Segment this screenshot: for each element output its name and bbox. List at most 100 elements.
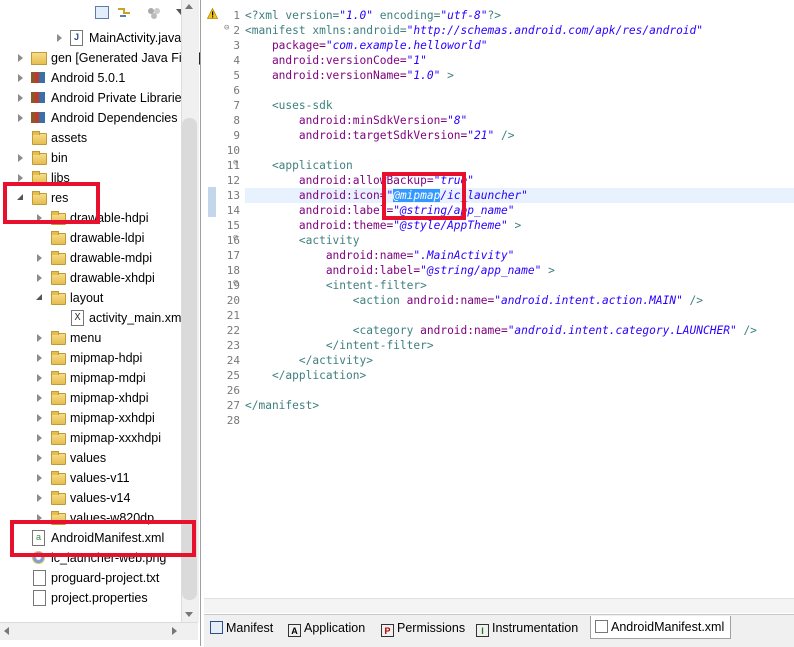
scroll-left-icon[interactable] bbox=[4, 627, 9, 635]
tree-item-label: assets bbox=[51, 131, 88, 145]
tab-label: Permissions bbox=[397, 621, 466, 635]
code-line-2: <manifest xmlns:android="http://schemas.… bbox=[245, 24, 704, 37]
code-line-11: <application bbox=[245, 159, 353, 172]
explorer-toolbar bbox=[0, 0, 198, 24]
fold-toggle-icon[interactable]: ⊖ bbox=[233, 233, 238, 243]
xml-file-icon: X bbox=[71, 310, 84, 326]
tree-item-label: drawable-xhdpi bbox=[70, 271, 155, 285]
expand-arrow-icon[interactable] bbox=[37, 474, 42, 482]
tree-item-label: values-v11 bbox=[70, 471, 130, 485]
xml-tab-icon bbox=[595, 620, 608, 633]
folder-icon bbox=[51, 431, 66, 445]
tab-instrumentation[interactable]: I Instrumentation bbox=[476, 617, 578, 639]
tree-item-label: mipmap-hdpi bbox=[70, 351, 143, 365]
expand-arrow-icon[interactable] bbox=[18, 114, 23, 122]
line-number: 18 bbox=[226, 264, 240, 277]
tree-item-label: Android Private Libraries bbox=[51, 91, 188, 105]
tree-item-label: values-v14 bbox=[70, 491, 131, 505]
line-number: 26 bbox=[226, 384, 240, 397]
link-with-editor-icon[interactable] bbox=[116, 6, 132, 20]
editor-horizontal-scrollbar[interactable] bbox=[204, 598, 794, 613]
fold-toggle-icon[interactable]: ⊖ bbox=[233, 158, 238, 168]
tab-manifest[interactable]: Manifest bbox=[210, 617, 273, 639]
code-line-8: android:minSdkVersion="8" bbox=[245, 114, 468, 127]
expand-arrow-icon[interactable] bbox=[37, 414, 42, 422]
expand-arrow-icon[interactable] bbox=[37, 334, 42, 342]
expand-arrow-icon[interactable] bbox=[37, 274, 42, 282]
expand-arrow-icon[interactable] bbox=[18, 54, 23, 62]
line-number: 3 bbox=[233, 39, 240, 52]
code-line-1: <?xml version="1.0" encoding="utf-8"?> bbox=[245, 9, 501, 22]
code-line-25: </application> bbox=[245, 369, 367, 382]
line-number: 28 bbox=[226, 414, 240, 427]
expand-arrow-icon[interactable] bbox=[18, 174, 23, 182]
folder-icon bbox=[51, 251, 66, 265]
folder-icon bbox=[51, 491, 66, 505]
tab-application[interactable]: A Application bbox=[288, 617, 365, 639]
tab-label: Manifest bbox=[226, 621, 274, 635]
folder-icon bbox=[51, 371, 66, 385]
code-line-24: </activity> bbox=[245, 354, 373, 367]
tree-item-label: layout bbox=[70, 291, 104, 305]
tree-item-label: Android Dependencies bbox=[51, 111, 178, 125]
line-number: 6 bbox=[233, 84, 240, 97]
tree-item-label: mipmap-xxxhdpi bbox=[70, 431, 162, 445]
code-line-4: android:versionCode="1" bbox=[245, 54, 427, 67]
library-icon bbox=[31, 72, 45, 83]
folder-icon bbox=[51, 291, 66, 305]
package-folder-icon bbox=[31, 52, 47, 65]
code-line-3: package="com.example.helloworld" bbox=[245, 39, 488, 52]
code-line-19: <intent-filter> bbox=[245, 279, 427, 292]
folder-icon bbox=[51, 231, 66, 245]
folder-icon bbox=[51, 471, 66, 485]
line-number: 27 bbox=[226, 399, 240, 412]
tree-item-label: activity_main.xml bbox=[89, 311, 185, 325]
expand-arrow-icon[interactable] bbox=[37, 354, 42, 362]
folder-icon bbox=[51, 391, 66, 405]
scroll-right-icon[interactable] bbox=[172, 627, 177, 635]
text-file-icon bbox=[33, 570, 46, 586]
expand-arrow-icon[interactable] bbox=[37, 454, 42, 462]
code-line-27: </manifest> bbox=[245, 399, 320, 412]
library-icon bbox=[31, 112, 45, 123]
view-menu-dots-icon[interactable] bbox=[147, 6, 163, 20]
line-number: 14 bbox=[226, 204, 240, 217]
folder-icon bbox=[51, 451, 66, 465]
expand-arrow-icon[interactable] bbox=[37, 394, 42, 402]
tree-item-label: mipmap-xhdpi bbox=[70, 391, 149, 405]
explorer-horizontal-scrollbar[interactable] bbox=[0, 622, 198, 640]
collapse-all-icon[interactable] bbox=[95, 6, 109, 19]
expand-arrow-icon[interactable] bbox=[37, 374, 42, 382]
tree-item-label: drawable-mdpi bbox=[70, 251, 152, 265]
line-number: 24 bbox=[226, 354, 240, 367]
expand-arrow-icon[interactable] bbox=[57, 34, 62, 42]
line-number: 13 bbox=[226, 189, 240, 202]
warning-icon[interactable] bbox=[207, 8, 218, 19]
scroll-down-icon[interactable] bbox=[185, 612, 193, 617]
fold-toggle-icon[interactable]: ⊖ bbox=[233, 278, 238, 288]
expand-arrow-icon[interactable] bbox=[18, 74, 23, 82]
expand-arrow-icon[interactable] bbox=[37, 434, 42, 442]
tab-permissions[interactable]: P Permissions bbox=[381, 617, 465, 639]
permissions-tab-icon: P bbox=[381, 624, 394, 637]
scroll-up-icon[interactable] bbox=[185, 4, 193, 9]
line-number: 15 bbox=[226, 219, 240, 232]
tree-item-label: MainActivity.java bbox=[89, 31, 182, 45]
line-number: 10 bbox=[226, 144, 240, 157]
code-line-22: <category android:name="android.intent.c… bbox=[245, 324, 757, 337]
line-number: 7 bbox=[233, 99, 240, 112]
expand-arrow-icon[interactable] bbox=[37, 494, 42, 502]
line-number: 22 bbox=[226, 324, 240, 337]
expand-arrow-icon[interactable] bbox=[18, 154, 23, 162]
tree-item-label: project.properties bbox=[51, 591, 148, 605]
collapse-arrow-icon[interactable] bbox=[36, 294, 42, 300]
tab-androidmanifest-xml[interactable]: AndroidManifest.xml bbox=[590, 616, 732, 639]
expand-arrow-icon[interactable] bbox=[18, 94, 23, 102]
fold-toggle-icon[interactable]: ⊖ bbox=[224, 23, 229, 33]
expand-arrow-icon[interactable] bbox=[37, 254, 42, 262]
tab-label: AndroidManifest.xml bbox=[611, 620, 725, 634]
folder-icon bbox=[51, 411, 66, 425]
line-number: 12 bbox=[226, 174, 240, 187]
tree-item-mainactivity[interactable]: J MainActivity.java bbox=[0, 28, 182, 48]
folder-icon bbox=[51, 351, 66, 365]
